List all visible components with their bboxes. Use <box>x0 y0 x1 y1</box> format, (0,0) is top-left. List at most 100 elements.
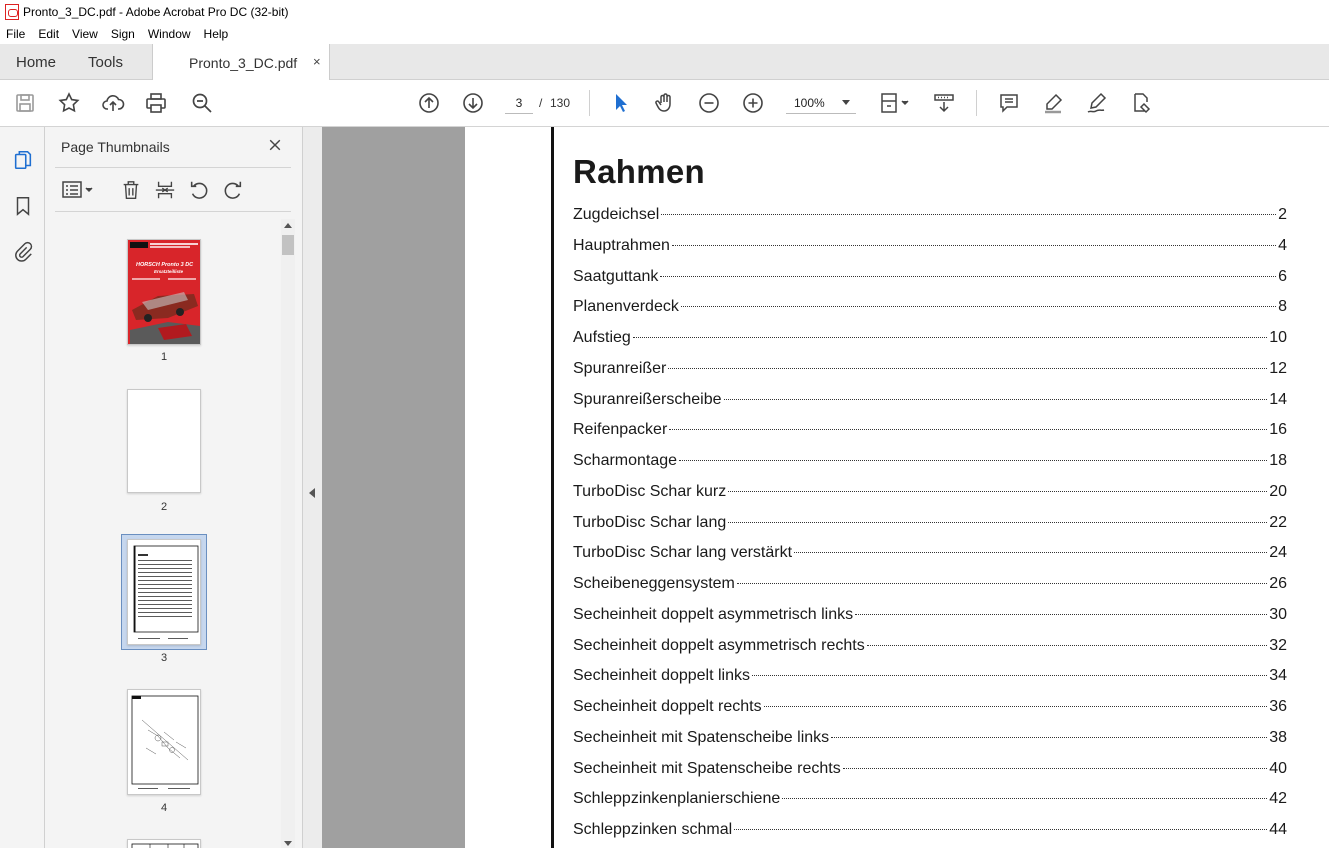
delete-icon[interactable] <box>117 177 145 203</box>
tab-tools[interactable]: Tools <box>88 44 123 80</box>
hand-icon[interactable] <box>651 89 679 117</box>
highlight-icon[interactable] <box>1039 89 1067 117</box>
pages-icon[interactable] <box>10 147 36 173</box>
fit-page-icon[interactable] <box>876 89 912 117</box>
toc-leader-dots <box>723 398 1268 400</box>
toc-leader-dots <box>734 829 1268 830</box>
tab-document[interactable]: Pronto_3_DC.pdf × <box>152 44 330 81</box>
toc-entry[interactable]: Saatguttank 6 <box>573 268 1287 288</box>
menu-edit[interactable]: Edit <box>38 27 59 41</box>
toc-entry[interactable]: Zugdeichsel 2 <box>573 206 1287 226</box>
toc-leader-dots <box>632 337 1268 338</box>
zoom-in-icon[interactable] <box>739 89 767 117</box>
toc-entry-page: 26 <box>1269 575 1287 592</box>
collapse-panel-icon[interactable] <box>309 488 315 498</box>
star-icon[interactable] <box>55 89 83 117</box>
thumbnail-page-2[interactable] <box>127 389 201 493</box>
page-number-input[interactable] <box>505 92 533 114</box>
zoom-search-icon[interactable] <box>188 89 216 117</box>
toc-leader-dots <box>728 490 1268 492</box>
toc-entry[interactable]: Secheinheit doppelt asymmetrisch rechts 3… <box>573 637 1287 657</box>
toc-entry-page: 20 <box>1269 482 1287 500</box>
bookmark-icon[interactable] <box>10 193 36 219</box>
toc-entry[interactable]: TurboDisc Schar lang verstärkt 24 <box>573 544 1287 564</box>
toc-entry[interactable]: Spuranreißerscheibe 14 <box>573 391 1287 411</box>
toc-entry[interactable]: Scheibeneggensystem 26 <box>573 575 1287 595</box>
toc-entry-title: Aufstieg <box>573 329 631 346</box>
toc-entry[interactable]: Schleppzinkenplanierschiene 42 <box>573 790 1287 810</box>
save-icon[interactable] <box>11 89 39 117</box>
extract-icon[interactable] <box>151 177 179 203</box>
zoom-level-dropdown[interactable]: 100% <box>786 92 856 114</box>
toc-entry[interactable]: Hauptrahmen 4 <box>573 237 1287 257</box>
thumbnail-scrollbar[interactable] <box>281 219 295 848</box>
select-arrow-icon[interactable] <box>607 89 635 117</box>
toc-entry[interactable]: Scharmontage 18 <box>573 452 1287 472</box>
tab-home[interactable]: Home <box>16 44 56 80</box>
toc-entry-page: 30 <box>1269 605 1287 623</box>
rotate-right-icon[interactable] <box>219 177 247 203</box>
print-icon[interactable] <box>142 89 170 117</box>
toc-entry[interactable]: TurboDisc Schar lang 22 <box>573 514 1287 534</box>
toc-entry[interactable]: Secheinheit mit Spatenscheibe rechts 40 <box>573 760 1287 780</box>
toc-entry[interactable]: Secheinheit doppelt links 34 <box>573 667 1287 687</box>
toc-entry-title: Secheinheit doppelt asymmetrisch rechts <box>573 636 865 654</box>
thumbnail-page-1[interactable]: HORSCH Pronto 3 DC Ersatzteilliste <box>127 239 201 345</box>
toc-entry[interactable]: Secheinheit mit Spatenscheibe links 38 <box>573 729 1287 749</box>
panel-splitter[interactable] <box>303 127 322 848</box>
attachment-icon[interactable] <box>10 239 36 265</box>
toc-entry[interactable]: Reifenpacker 16 <box>573 421 1287 441</box>
toc-entry[interactable]: Schleppzinken schmal 44 <box>573 821 1287 841</box>
toc-leader-dots <box>763 706 1268 707</box>
menu-view[interactable]: View <box>72 27 98 41</box>
options-icon[interactable] <box>59 177 97 203</box>
toc-entry-page: 32 <box>1269 636 1287 654</box>
toc-entry-title: Zugdeichsel <box>573 206 660 223</box>
toolbar-divider <box>589 90 590 116</box>
rotate-left-icon[interactable] <box>185 177 213 203</box>
toc-entry-title: Reifenpacker <box>573 421 668 439</box>
toc-leader-dots <box>661 214 1277 215</box>
toc-leader-dots <box>752 675 1268 677</box>
upload-icon[interactable] <box>99 89 127 117</box>
thumbnail-page-number: 3 <box>160 652 168 664</box>
toc-leader-dots <box>679 460 1268 461</box>
stamp-icon[interactable] <box>1127 89 1155 117</box>
toc-leader-dots <box>660 275 1277 277</box>
thumbnail-page-4[interactable] <box>127 689 201 795</box>
document-view[interactable]: Rahmen Zugdeichsel 2 Hauptrahmen 4 Saatgutta… <box>322 127 1329 848</box>
toc-entry[interactable]: Secheinheit doppelt rechts 36 <box>573 698 1287 718</box>
menu-window[interactable]: Window <box>148 27 191 41</box>
toc-entry[interactable]: Secheinheit doppelt asymmetrisch links 30 <box>573 606 1287 626</box>
toc-entry-page: 2 <box>1278 206 1287 223</box>
menu-sign[interactable]: Sign <box>111 27 135 41</box>
comment-icon[interactable] <box>995 89 1023 117</box>
toc-entry-title: Secheinheit doppelt asymmetrisch links <box>573 605 854 623</box>
close-tab-icon[interactable]: × <box>313 54 321 69</box>
page-separator: / <box>539 96 543 110</box>
toc-entry[interactable]: Planenverdeck 8 <box>573 298 1287 318</box>
scroll-mode-icon[interactable] <box>930 89 958 117</box>
toc-entry[interactable]: Spuranreißer 12 <box>573 360 1287 380</box>
toc-entry-title: Saatguttank <box>573 267 659 285</box>
scroll-down-icon[interactable] <box>284 841 292 846</box>
sign-icon[interactable] <box>1083 89 1111 117</box>
thumbnail-page-5[interactable] <box>127 839 201 848</box>
scrollbar-thumb[interactable] <box>282 235 294 255</box>
toc-entry-title: TurboDisc Schar lang verstärkt <box>573 544 793 562</box>
menu-file[interactable]: File <box>6 27 25 41</box>
tab-bar: Home Tools Pronto_3_DC.pdf × <box>0 44 1329 81</box>
toc-entry[interactable]: TurboDisc Schar kurz 20 <box>573 483 1287 503</box>
page-down-icon[interactable] <box>459 89 487 117</box>
close-panel-icon[interactable] <box>265 135 285 155</box>
thumbnail-page-3[interactable] <box>127 539 201 645</box>
page-3-preview <box>133 545 199 639</box>
thumbnail-page-number: 2 <box>160 501 168 513</box>
page-up-icon[interactable] <box>415 89 443 117</box>
cover-illustration: HORSCH Pronto 3 DC Ersatzteilliste <box>128 240 200 344</box>
zoom-out-icon[interactable] <box>695 89 723 117</box>
menu-help[interactable]: Help <box>204 27 229 41</box>
total-pages: 130 <box>550 96 571 110</box>
toc-entry[interactable]: Aufstieg 10 <box>573 329 1287 349</box>
scroll-up-icon[interactable] <box>284 223 292 228</box>
